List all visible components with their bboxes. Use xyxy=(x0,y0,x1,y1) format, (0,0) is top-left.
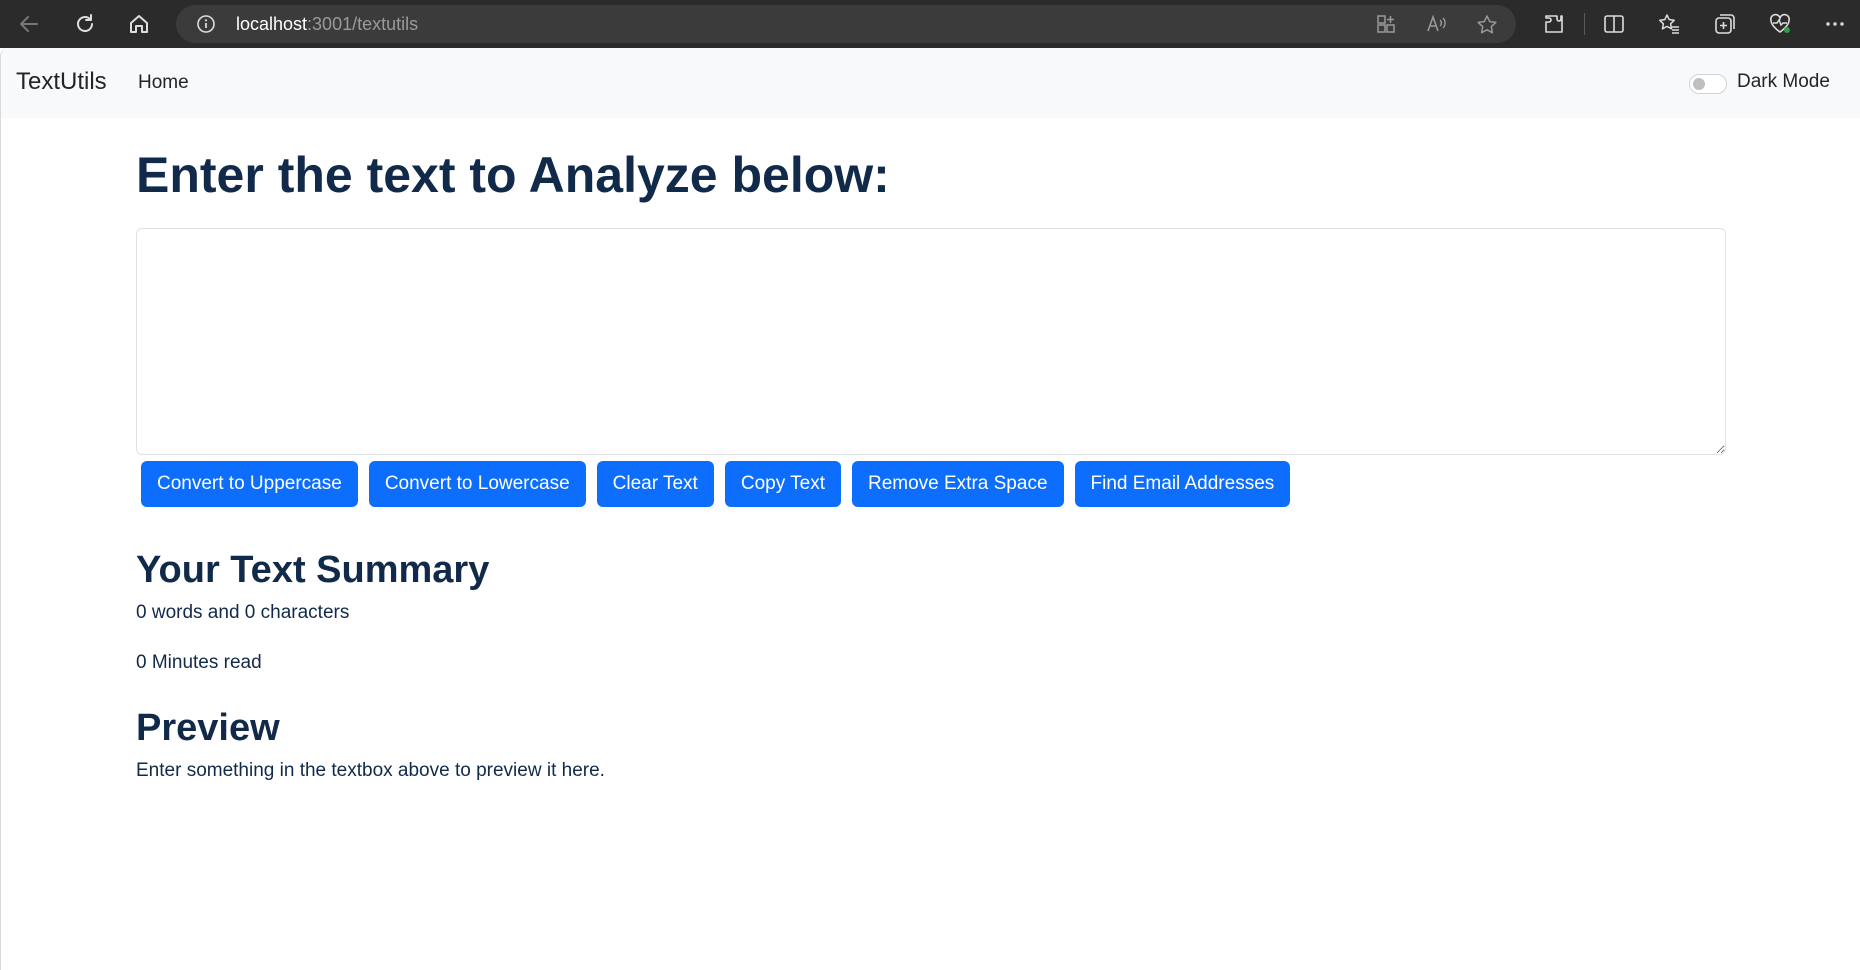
convert-uppercase-button[interactable]: Convert to Uppercase xyxy=(141,461,358,507)
split-screen-icon[interactable] xyxy=(1602,12,1626,36)
read-aloud-icon[interactable] xyxy=(1426,14,1448,34)
url-host: localhost xyxy=(236,14,308,34)
nav-link-home[interactable]: Home xyxy=(138,72,189,94)
favorites-icon[interactable] xyxy=(1657,12,1681,36)
dark-mode-label[interactable]: Dark Mode xyxy=(1737,71,1830,93)
word-char-count: 0 words and 0 characters xyxy=(136,602,350,623)
url-path: :3001/textutils xyxy=(307,14,419,34)
url-text[interactable]: localhost:3001/textutils xyxy=(236,14,418,35)
address-bar[interactable]: localhost:3001/textutils xyxy=(176,5,1516,43)
preview-text: Enter something in the textbox above to … xyxy=(136,760,605,781)
toolbar-separator xyxy=(1584,13,1585,35)
navbar-brand[interactable]: TextUtils xyxy=(16,68,107,96)
action-buttons: Convert to Uppercase Convert to Lowercas… xyxy=(141,461,1291,507)
remove-extra-space-button[interactable]: Remove Extra Space xyxy=(851,461,1064,507)
more-options-icon[interactable] xyxy=(1823,12,1847,36)
toggle-knob xyxy=(1693,78,1705,90)
back-button[interactable] xyxy=(12,8,46,40)
read-time: 0 Minutes read xyxy=(136,652,262,673)
browser-toolbar: localhost:3001/textutils xyxy=(0,0,1860,48)
home-button[interactable] xyxy=(122,8,156,40)
app-available-icon[interactable] xyxy=(1376,14,1396,34)
text-input-area[interactable] xyxy=(136,228,1726,455)
back-arrow-icon xyxy=(20,16,38,32)
dark-mode-toggle[interactable] xyxy=(1689,74,1727,94)
extensions-icon[interactable] xyxy=(1542,12,1566,36)
favorite-star-icon[interactable] xyxy=(1476,14,1498,36)
browser-essentials-icon[interactable] xyxy=(1768,12,1792,36)
clear-text-button[interactable]: Clear Text xyxy=(596,461,714,507)
app-viewport: TextUtils Home Dark Mode Enter the text … xyxy=(0,48,1860,970)
find-email-button[interactable]: Find Email Addresses xyxy=(1074,461,1291,507)
summary-heading: Your Text Summary xyxy=(136,549,490,591)
collections-icon[interactable] xyxy=(1713,12,1737,36)
site-info-icon[interactable] xyxy=(196,14,216,34)
copy-text-button[interactable]: Copy Text xyxy=(724,461,841,507)
refresh-button[interactable] xyxy=(68,8,102,40)
refresh-icon xyxy=(77,14,93,32)
convert-lowercase-button[interactable]: Convert to Lowercase xyxy=(368,461,586,507)
page-title: Enter the text to Analyze below: xyxy=(136,147,890,203)
preview-heading: Preview xyxy=(136,707,280,749)
home-icon xyxy=(130,15,148,33)
navbar: TextUtils Home Dark Mode xyxy=(1,48,1860,118)
